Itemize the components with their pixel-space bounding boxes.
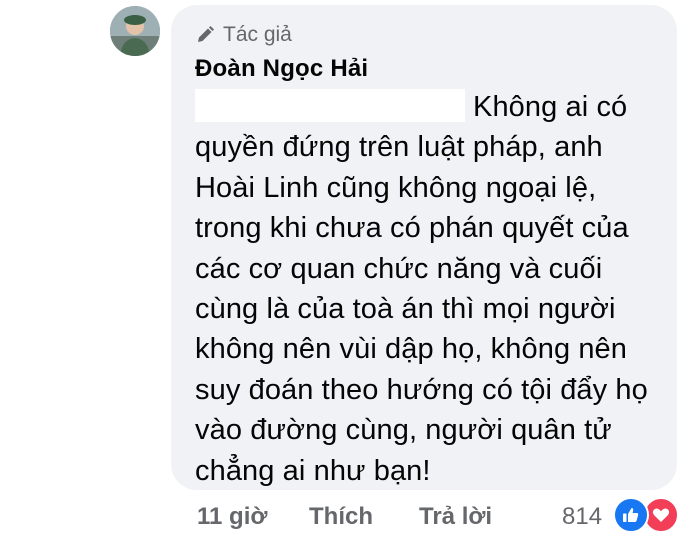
comment-text: Không ai có quyền đứng trên luật pháp, a… <box>195 87 665 491</box>
reaction-count[interactable]: 814 <box>562 503 602 531</box>
comment-body: Không ai có quyền đứng trên luật pháp, a… <box>195 91 648 487</box>
comment-actions: 11 giờ Thích Trả lời 814 <box>0 503 700 535</box>
comment-bubble: Tác giả Đoàn Ngọc Hải Không ai có quyền … <box>171 5 677 490</box>
author-avatar[interactable] <box>110 6 160 56</box>
reply-button[interactable]: Trả lời <box>419 503 492 531</box>
author-badge-label: Tác giả <box>223 23 292 46</box>
redacted-mention <box>195 89 465 122</box>
like-reaction-icon <box>613 497 649 533</box>
author-badge: Tác giả <box>195 23 292 47</box>
author-name[interactable]: Đoàn Ngọc Hải <box>195 55 368 83</box>
reaction-icons[interactable] <box>613 497 679 533</box>
like-button[interactable]: Thích <box>309 503 373 531</box>
comment-timestamp[interactable]: 11 giờ <box>197 503 267 531</box>
pen-icon <box>195 25 215 45</box>
